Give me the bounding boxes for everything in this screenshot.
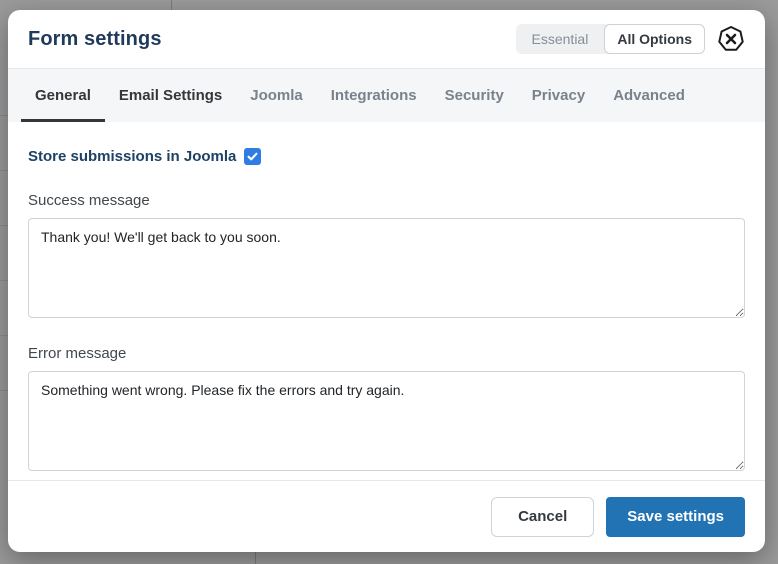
store-submissions-label: Store submissions in Joomla	[28, 148, 237, 165]
tab-security[interactable]: Security	[431, 69, 518, 122]
tab-joomla[interactable]: Joomla	[236, 69, 317, 122]
tab-email-settings[interactable]: Email Settings	[105, 69, 236, 122]
toggle-all-options[interactable]: All Options	[604, 24, 705, 54]
options-mode-toggle: Essential All Options	[515, 24, 705, 54]
error-message-input[interactable]: Something went wrong. Please fix the err…	[28, 371, 745, 471]
header-actions: Essential All Options	[515, 24, 745, 54]
backdrop-column-line	[255, 552, 256, 564]
dialog-header: Form settings Essential All Options	[8, 10, 765, 68]
x-heptagon-icon[interactable]	[717, 25, 745, 53]
store-submissions-checkbox[interactable]	[244, 148, 262, 165]
cancel-button[interactable]: Cancel	[491, 496, 595, 537]
error-message-label: Error message	[28, 345, 127, 362]
general-tab-panel: Store submissions in Joomla Success mess…	[8, 122, 765, 480]
dialog-title: Form settings	[28, 27, 162, 50]
backdrop-column-line	[171, 0, 172, 10]
settings-tab-bar: General Email Settings Joomla Integratio…	[8, 68, 765, 122]
tab-general[interactable]: General	[21, 69, 105, 122]
checkmark-icon	[247, 152, 258, 161]
tab-integrations[interactable]: Integrations	[317, 69, 431, 122]
store-submissions-row: Store submissions in Joomla	[28, 148, 745, 165]
toggle-essential[interactable]: Essential	[516, 24, 605, 54]
success-message-input[interactable]: Thank you! We'll get back to you soon.	[28, 218, 745, 318]
form-settings-dialog: Form settings Essential All Options Gene…	[8, 10, 765, 552]
save-settings-button[interactable]: Save settings	[606, 496, 745, 537]
tab-privacy[interactable]: Privacy	[518, 69, 599, 122]
dialog-footer: Cancel Save settings	[8, 480, 765, 552]
success-message-label: Success message	[28, 192, 150, 209]
tab-advanced[interactable]: Advanced	[599, 69, 699, 122]
